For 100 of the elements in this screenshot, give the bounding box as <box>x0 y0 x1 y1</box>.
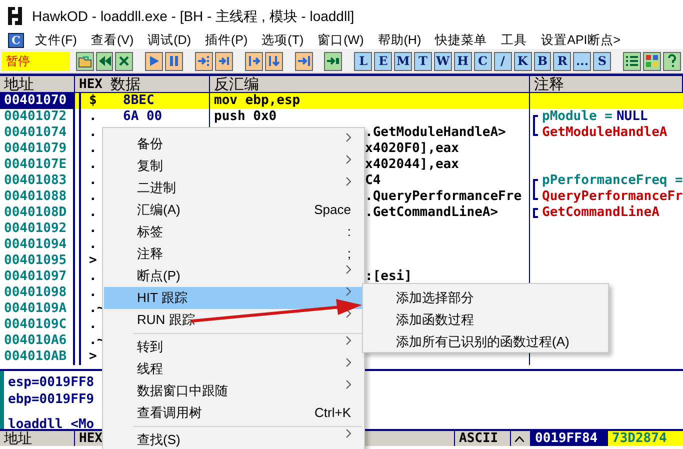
toolbar-letter-button[interactable]: T <box>414 52 432 70</box>
address-cell[interactable]: 0040108D <box>0 205 75 221</box>
list-icon <box>625 54 640 68</box>
trace-into-button[interactable] <box>244 52 263 70</box>
shortcut-text: ; <box>347 245 351 263</box>
menu-item[interactable]: 工具 <box>494 31 534 50</box>
toolbar-letter-button[interactable]: K <box>514 52 532 70</box>
module-line: loaddll <Mo <box>8 416 94 432</box>
menu-item[interactable]: 查找(S) <box>104 429 363 449</box>
disassembly-text: .QueryPerformanceFre <box>365 189 522 204</box>
menu-item[interactable]: HIT 跟踪 <box>104 287 363 309</box>
scroll-up-icon[interactable] <box>515 436 524 442</box>
address-cell[interactable]: 00401092 <box>0 221 75 237</box>
column-header: ASCII <box>455 431 511 446</box>
list-button[interactable] <box>623 52 641 70</box>
menu-item[interactable]: 插件(P) <box>198 31 255 50</box>
menu-item[interactable]: 添加所有已识别的函数过程(A) <box>363 331 608 353</box>
trace-over-icon <box>266 54 281 68</box>
stack-address: 0019FF84 <box>531 431 608 446</box>
toolbar-letter-button[interactable]: W <box>434 52 452 70</box>
shortcut-text: : <box>347 223 351 241</box>
return-button[interactable] <box>294 52 313 70</box>
return-icon <box>296 54 311 68</box>
shortcut-text: Ctrl+K <box>314 404 351 422</box>
comment-text: pPerformanceFreq = <box>542 173 683 189</box>
trace-into-icon <box>246 54 261 68</box>
address-cell[interactable]: 0040107E <box>0 157 75 173</box>
toolbar-letter-button[interactable]: H <box>454 52 472 70</box>
menu-item[interactable]: 快捷菜单 <box>428 31 494 50</box>
close-button[interactable] <box>115 52 134 70</box>
address-cell[interactable]: 00401072 <box>0 109 75 125</box>
disassembly-text: push 0x0 <box>214 109 277 124</box>
toolbar-letter-button[interactable]: B <box>534 52 552 70</box>
toolbar-letter-button[interactable]: ... <box>573 52 592 70</box>
address-cell[interactable]: 004010AB <box>0 349 75 365</box>
disassembly-text: .GetModuleHandleA> <box>365 125 506 140</box>
folder-button[interactable] <box>76 52 94 70</box>
menu-item[interactable]: 查看调用树 Ctrl+K <box>104 402 363 424</box>
step-over-button[interactable] <box>215 52 233 70</box>
address-cell[interactable]: 00401088 <box>0 189 75 205</box>
address-cell[interactable]: 00401083 <box>0 173 75 189</box>
comment-text: GetModuleHandleA <box>542 125 668 141</box>
address-cell[interactable]: 00401098 <box>0 285 75 301</box>
register-line: ebp=0019FF9 <box>8 391 94 408</box>
comment-text: pModule = <box>542 109 612 125</box>
color-grid-button[interactable] <box>642 52 661 70</box>
address-cell[interactable]: 0040109C <box>0 317 75 333</box>
play-icon <box>147 54 162 68</box>
disassembly-text: C4 <box>365 173 381 188</box>
menu-item[interactable]: 选项(T) <box>254 31 311 50</box>
step-into-button[interactable] <box>195 52 213 70</box>
address-cell[interactable]: 00401095 <box>0 253 75 269</box>
toolbar-letter-button[interactable]: C <box>474 52 492 70</box>
app-menu-button[interactable]: C <box>8 33 24 48</box>
app-logo-icon <box>8 7 22 25</box>
close-icon <box>117 54 132 68</box>
window-title: HawkOD - loaddll.exe - [BH - 主线程 , 模块 - loaddll] <box>32 6 354 26</box>
toolbar-letter-button[interactable]: L <box>354 52 372 70</box>
disassembly-text: x402044],eax <box>365 157 459 172</box>
toolbar-letter-button[interactable]: R <box>553 52 572 70</box>
disassembly-text: .GetCommandLineA> <box>365 205 498 220</box>
address-cell[interactable]: 0040109A <box>0 301 75 317</box>
menu-item[interactable]: 帮助(H) <box>370 31 428 50</box>
status-indicator: 暂停 <box>2 52 70 70</box>
step-into-icon <box>197 54 212 68</box>
folder-icon <box>78 54 92 68</box>
address-cell[interactable]: 00401079 <box>0 141 75 157</box>
address-cell[interactable]: 00401074 <box>0 125 75 141</box>
menu-item[interactable]: 设置API断点> <box>534 31 628 50</box>
go-to-button[interactable] <box>324 52 342 70</box>
toolbar-letter-button[interactable]: M <box>394 52 412 70</box>
trace-over-button[interactable] <box>264 52 283 70</box>
color-grid-icon <box>644 54 659 68</box>
comment-text: QueryPerformanceFr <box>542 189 683 205</box>
rewind-icon <box>98 54 112 68</box>
comment-text: GetCommandLineA <box>542 205 660 221</box>
column-header: 地址 <box>0 431 75 446</box>
rewind-button[interactable] <box>96 52 114 70</box>
menu-item[interactable]: 调试(D) <box>140 31 198 50</box>
disassembly-text: x4020F0],eax <box>365 141 459 156</box>
menu-item[interactable]: 查看(V) <box>84 31 141 50</box>
address-cell[interactable]: 00401097 <box>0 269 75 285</box>
menu-item[interactable]: 数据窗口中跟随 <box>104 380 363 402</box>
menu-item[interactable]: 添加函数过程 <box>363 309 608 331</box>
menu-item[interactable]: 文件(F) <box>28 31 84 50</box>
step-over-icon <box>216 54 231 68</box>
menu-item[interactable]: 添加选择部分 <box>363 287 608 309</box>
address-cell[interactable]: 00401094 <box>0 237 75 253</box>
toolbar-letter-button[interactable]: / <box>494 52 512 70</box>
column-header: HEX <box>79 76 102 93</box>
stack-value: 73D2874 <box>608 431 683 446</box>
pause-button[interactable] <box>165 52 184 70</box>
toolbar-letter-button[interactable]: E <box>374 52 392 70</box>
play-button[interactable] <box>145 52 164 70</box>
address-cell[interactable]: 004010A6 <box>0 333 75 349</box>
toolbar-letter-button[interactable]: S <box>593 52 612 70</box>
address-cell[interactable]: 00401070 <box>0 93 75 109</box>
menu-item[interactable]: 窗口(W) <box>310 31 371 50</box>
comment-text: NULL <box>616 109 648 125</box>
help-button[interactable] <box>662 52 681 70</box>
